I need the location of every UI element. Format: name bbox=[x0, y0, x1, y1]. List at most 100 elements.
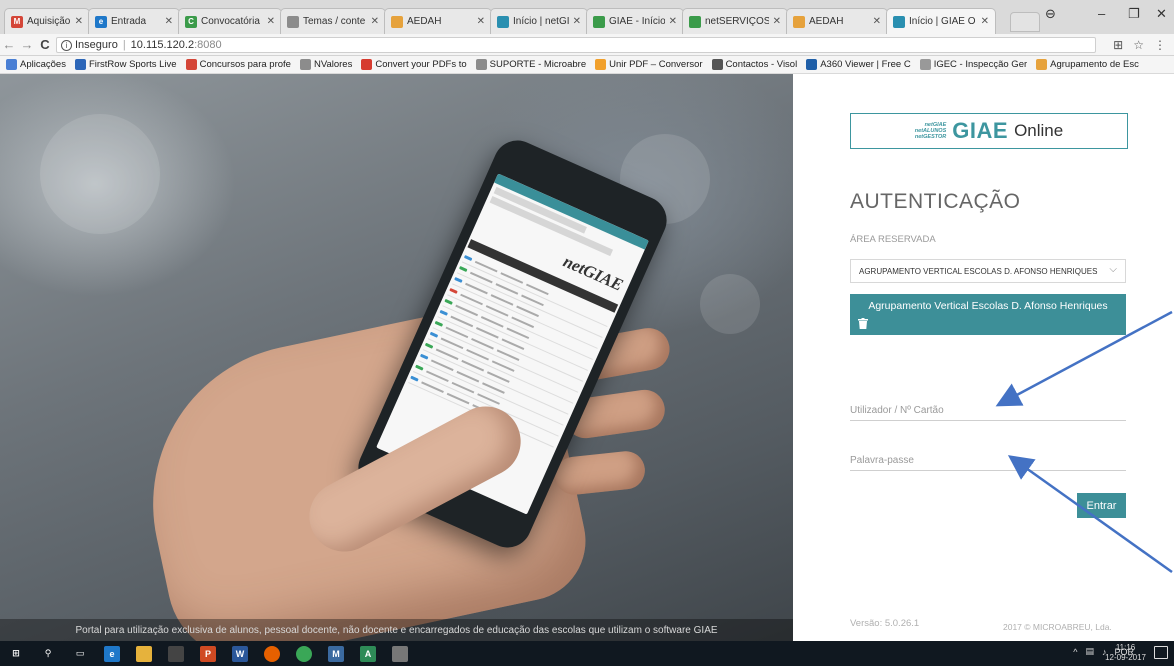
bookmark-item[interactable]: A360 Viewer | Free C bbox=[806, 59, 911, 70]
tab-close-icon[interactable]: ✕ bbox=[165, 16, 173, 27]
tab-close-icon[interactable]: ✕ bbox=[75, 16, 83, 27]
tab-favicon-icon bbox=[689, 15, 701, 28]
browser-tabstrip: MAquisição de✕eEntrada✕CConvocatória✕Tem… bbox=[0, 0, 1174, 34]
browser-tab[interactable]: e Entrada ✕ bbox=[88, 8, 180, 34]
windows-start-icon[interactable]: ⊞ bbox=[8, 646, 24, 662]
notification-center-icon[interactable] bbox=[1154, 646, 1168, 659]
tab-label: Início | netGI bbox=[513, 16, 569, 27]
tab-close-icon[interactable]: ✕ bbox=[267, 16, 275, 27]
tab-label: GIAE - Início bbox=[609, 16, 665, 27]
tab-close-icon[interactable]: ✕ bbox=[773, 16, 781, 27]
browser-tab[interactable]: Início | GIAE O ✕ bbox=[886, 8, 996, 34]
tab-favicon-icon bbox=[593, 15, 605, 28]
bokeh-light bbox=[700, 274, 760, 334]
browser-tab[interactable]: Temas / conte ✕ bbox=[280, 8, 386, 34]
network-icon[interactable]: ▤ bbox=[1085, 646, 1094, 657]
new-tab-button[interactable] bbox=[1010, 12, 1040, 32]
bookmark-item[interactable]: SUPORTE - Microabre bbox=[475, 59, 586, 70]
giae-online-logo: netGIAE netALUNOS netGESTOR GIAE Online bbox=[850, 113, 1128, 149]
tab-close-icon[interactable]: ✕ bbox=[669, 16, 677, 27]
browser-tab[interactable]: GIAE - Início ✕ bbox=[586, 8, 684, 34]
gmail-icon[interactable]: M bbox=[328, 645, 344, 662]
logo-product-list: netGIAE netALUNOS netGESTOR bbox=[915, 122, 946, 140]
browser-tab[interactable]: Início | netGI ✕ bbox=[490, 8, 588, 34]
bookmark-label: IGEC - Inspecção Ger bbox=[933, 59, 1028, 70]
forward-arrow-icon[interactable]: → bbox=[18, 37, 36, 52]
hero-photo: netGIAE Portal para utilização exclusiva… bbox=[0, 74, 793, 641]
bookmark-item[interactable]: Convert your PDFs to bbox=[361, 59, 467, 70]
browser-tab[interactable]: C Convocatória ✕ bbox=[178, 8, 282, 34]
search-icon[interactable]: ⚲ bbox=[40, 646, 56, 662]
trash-icon[interactable] bbox=[858, 318, 868, 329]
edge-icon[interactable]: e bbox=[104, 645, 120, 662]
browser-tab[interactable]: M Aquisição de ✕ bbox=[4, 8, 90, 34]
tab-label: netSERVIÇOS bbox=[705, 16, 769, 27]
app-icon[interactable]: A bbox=[360, 645, 376, 662]
firefox-icon[interactable] bbox=[264, 645, 280, 662]
browser-tab[interactable]: netSERVIÇOS ✕ bbox=[682, 8, 788, 34]
tab-favicon-icon bbox=[893, 15, 905, 28]
translate-icon[interactable]: ⊞ bbox=[1113, 38, 1123, 52]
bookmark-favicon-icon bbox=[185, 59, 197, 70]
username-input[interactable] bbox=[850, 401, 1126, 420]
url-separator: | bbox=[122, 39, 126, 51]
chrome-icon[interactable] bbox=[296, 645, 312, 662]
bookmark-label: Aplicações bbox=[20, 59, 66, 70]
clock-time: 11:16 bbox=[1115, 643, 1136, 652]
bookmark-favicon-icon bbox=[74, 59, 86, 70]
maximize-button[interactable]: ❐ bbox=[1128, 6, 1140, 22]
bookmark-item[interactable]: Aplicações bbox=[6, 59, 66, 70]
bookmark-favicon-icon bbox=[711, 59, 723, 70]
bookmark-item[interactable]: Concursos para profe bbox=[185, 59, 291, 70]
url-port: :8080 bbox=[194, 39, 222, 51]
bookmark-favicon-icon bbox=[806, 59, 818, 70]
store-icon[interactable] bbox=[168, 645, 184, 662]
file-explorer-icon[interactable] bbox=[136, 645, 152, 662]
menu-icon[interactable]: ⋮ bbox=[1154, 38, 1166, 52]
browser-tab[interactable]: AEDAH ✕ bbox=[786, 8, 888, 34]
tray-chevron-icon[interactable]: ^ bbox=[1073, 647, 1077, 657]
tab-close-icon[interactable]: ✕ bbox=[573, 16, 581, 27]
bookmark-label: Contactos - Visol bbox=[725, 59, 798, 70]
reload-icon[interactable]: C bbox=[36, 37, 54, 52]
bokeh-light bbox=[40, 114, 160, 234]
bookmark-item[interactable]: NValores bbox=[299, 59, 352, 70]
minimize-button[interactable]: – bbox=[1098, 6, 1105, 21]
login-page: netGIAE Portal para utilização exclusiva… bbox=[0, 74, 1174, 641]
info-icon[interactable]: i bbox=[61, 39, 72, 51]
profile-icon[interactable]: ⊖ bbox=[1045, 6, 1056, 22]
bookmark-item[interactable]: Unir PDF – Conversor bbox=[595, 59, 703, 70]
close-window-button[interactable]: ✕ bbox=[1156, 6, 1167, 22]
tab-favicon-icon: M bbox=[11, 15, 23, 28]
login-button[interactable]: Entrar bbox=[1077, 493, 1126, 518]
word-icon[interactable]: W bbox=[232, 645, 248, 662]
tab-label: Aquisição de bbox=[27, 16, 71, 27]
bookmark-item[interactable]: IGEC - Inspecção Ger bbox=[919, 59, 1028, 70]
tab-favicon-icon: C bbox=[185, 15, 197, 28]
back-arrow-icon[interactable]: ← bbox=[0, 37, 18, 52]
browser-tab[interactable]: AEDAH ✕ bbox=[384, 8, 492, 34]
password-input[interactable] bbox=[850, 451, 1126, 470]
username-field[interactable] bbox=[850, 401, 1126, 421]
copyright-text: 2017 © MICROABREU, Lda. bbox=[1003, 622, 1112, 632]
bookmark-favicon-icon bbox=[1036, 59, 1048, 70]
selected-school-card: Agrupamento Vertical Escolas D. Afonso H… bbox=[850, 294, 1126, 335]
url-bar[interactable]: i Inseguro | 10.115.120.2:8080 bbox=[56, 37, 1096, 53]
windows-taskbar: ⊞ ⚲ ▭ e P W M A ^ ▤ ♪ POR 11:16 12-09-20… bbox=[0, 641, 1174, 666]
task-view-icon[interactable]: ▭ bbox=[72, 646, 88, 662]
bookmark-item[interactable]: Agrupamento de Esc bbox=[1036, 59, 1139, 70]
bookmark-item[interactable]: FirstRow Sports Live bbox=[74, 59, 177, 70]
star-icon[interactable]: ☆ bbox=[1133, 38, 1144, 52]
tab-close-icon[interactable]: ✕ bbox=[477, 16, 485, 27]
password-field[interactable] bbox=[850, 451, 1126, 471]
tab-close-icon[interactable]: ✕ bbox=[873, 16, 881, 27]
paint-icon[interactable] bbox=[392, 645, 408, 662]
tab-close-icon[interactable]: ✕ bbox=[981, 16, 989, 27]
tab-label: Entrada bbox=[111, 16, 147, 27]
security-label: Inseguro bbox=[75, 39, 118, 51]
school-select[interactable]: AGRUPAMENTO VERTICAL ESCOLAS D. AFONSO H… bbox=[850, 259, 1126, 283]
powerpoint-icon[interactable]: P bbox=[200, 645, 216, 662]
taskbar-clock[interactable]: 11:16 12-09-2017 bbox=[1105, 643, 1146, 663]
tab-close-icon[interactable]: ✕ bbox=[371, 16, 379, 27]
bookmark-item[interactable]: Contactos - Visol bbox=[711, 59, 798, 70]
